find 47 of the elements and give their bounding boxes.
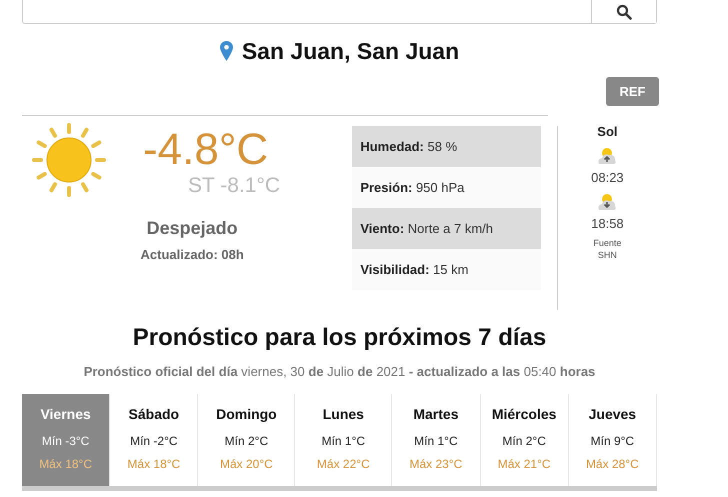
min-temperature: Mín 1°C <box>414 434 458 448</box>
forecast-subtitle: Pronóstico oficial del día viernes, 30 de Julio de 2021 - actualizado a las 05:40 horas <box>82 364 596 379</box>
sunrise-time: 08:23 <box>591 170 624 185</box>
sunset-time: 18:58 <box>591 216 624 231</box>
detail-text: Humedad: 58 % <box>360 139 458 154</box>
min-temperature: Mín 2°C <box>224 434 268 448</box>
min-temperature: Mín 1°C <box>322 434 366 448</box>
day-name: Miércoles <box>492 406 556 422</box>
temperature: -4.8°C <box>143 126 270 174</box>
day-name: Viernes <box>40 406 91 422</box>
sun-icon <box>32 122 106 198</box>
max-temperature: Máx 20°C <box>220 457 273 471</box>
min-temperature: Mín 2°C <box>502 434 546 448</box>
day-name: Domingo <box>216 406 277 422</box>
detail-text: Presión: 950 hPa <box>360 180 464 195</box>
feels-like-temperature: ST -8.1°C <box>188 174 280 198</box>
search-button[interactable] <box>591 0 656 23</box>
max-temperature: Máx 18°C <box>127 457 180 471</box>
location-title: San Juan, San Juan <box>242 38 460 64</box>
max-temperature: Máx 22°C <box>316 457 370 471</box>
sunrise-icon <box>596 146 618 166</box>
max-temperature: Máx 18°C <box>39 457 92 471</box>
source-label: SHN <box>596 249 618 261</box>
day-name: Martes <box>413 406 458 422</box>
sunset-icon <box>596 192 618 212</box>
min-temperature: Mín -3°C <box>42 434 90 448</box>
updated-label: Actualizado: 08h <box>140 247 245 262</box>
day-tab[interactable]: Viernes Mín -3°C Máx 18°C <box>22 394 110 486</box>
min-temperature: Mín -2°C <box>130 434 178 448</box>
max-temperature: Máx 23°C <box>410 457 462 471</box>
min-temperature: Mín 9°C <box>590 434 634 448</box>
max-temperature: Máx 21°C <box>498 457 551 471</box>
ref-button[interactable]: REF <box>606 77 659 106</box>
forecast-title: Pronóstico para los próximos 7 días <box>132 324 548 352</box>
max-temperature: Máx 28°C <box>586 457 639 471</box>
day-name: Sábado <box>128 406 180 422</box>
location-pin-icon <box>220 41 233 61</box>
day-tab[interactable]: Miércoles Mín 2°C Máx 21°C <box>480 394 569 486</box>
detail-text: Visibilidad: 15 km <box>360 262 468 277</box>
day-name: Jueves <box>588 406 636 422</box>
sun-title: Sol <box>597 124 618 139</box>
day-name: Lunes <box>322 406 364 422</box>
source-label: Fuente <box>593 237 622 249</box>
condition-label: Despejado <box>146 218 239 239</box>
search-field[interactable] <box>22 0 657 24</box>
search-icon <box>616 4 632 20</box>
detail-text: Viento: Norte a 7 km/h <box>360 221 494 236</box>
